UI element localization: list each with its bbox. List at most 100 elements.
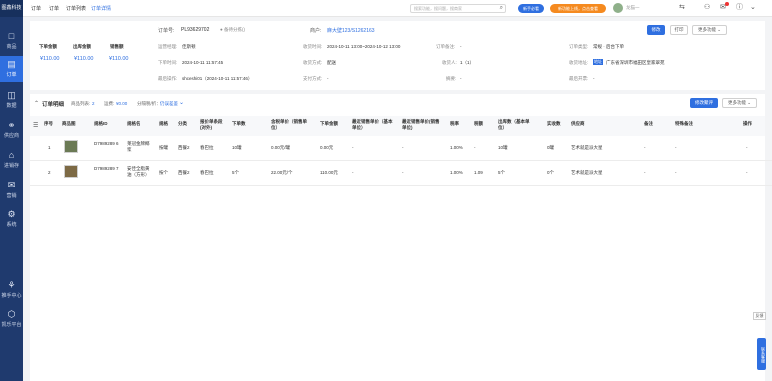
sidebar-item-label: 订单	[6, 72, 17, 78]
inventory-icon: ⌂	[8, 150, 15, 160]
product-image[interactable]	[64, 165, 78, 178]
split-link[interactable]: 仍误差鉴	[160, 101, 178, 107]
column-header: 操作	[743, 121, 752, 126]
link-icon[interactable]: ⇆	[679, 4, 685, 12]
tab-order-detail[interactable]: 订单详情	[91, 5, 111, 12]
row-amount: 0.00元	[320, 145, 334, 150]
row-quote: 春巴拉	[200, 170, 214, 175]
customer-service-button[interactable]: 联系客服	[757, 338, 766, 370]
table-header: ☰ 序号 商品图 规格ID 规格名 规格 分类 报价单条段(对外) 下单数 含税…	[30, 116, 765, 136]
sidebar-item-data[interactable]: ◫ 数据	[0, 87, 23, 113]
chevron-down-icon[interactable]: ⌄	[179, 99, 184, 106]
sidebar-item-order[interactable]: ▤ 订单	[0, 56, 23, 82]
supplier-icon: ⚭	[7, 120, 16, 130]
row-spec: 按个	[159, 170, 168, 175]
field-label: 收货地址:	[569, 60, 589, 65]
user-name[interactable]: 龙猫一	[626, 5, 640, 11]
sidebar-item-supplier[interactable]: ⚭ 供应商	[0, 117, 23, 143]
field-label: 运营经理:	[158, 44, 178, 49]
row-remark: -	[644, 145, 646, 150]
field-value: 1（1）	[460, 60, 475, 65]
row-remark: -	[644, 170, 646, 175]
column-header: 含税单价（销售单位）	[271, 119, 307, 130]
field-value: 佳斯顿	[182, 44, 196, 49]
column-header: 实收数	[547, 121, 561, 126]
order-no: PL93629702	[181, 27, 210, 33]
order-icon: ▤	[7, 59, 16, 69]
product-icon: □	[8, 31, 15, 41]
tab-order[interactable]: 订单	[49, 5, 59, 12]
search-icon[interactable]: ⌕	[500, 5, 503, 11]
field-label: 支付方式:	[303, 76, 323, 81]
field-value: -	[460, 44, 462, 49]
field-label: 订单类型:	[569, 44, 589, 49]
row-recent-base: -	[352, 145, 354, 150]
tab-order-list[interactable]: 订单列表	[66, 5, 86, 12]
row-tax-amount: 1.09	[474, 170, 483, 175]
tab-order-home[interactable]: 订单	[31, 5, 41, 12]
summary-label: 出库金额	[73, 44, 91, 49]
follow-status-link[interactable]: ● 备待分拣()	[220, 27, 245, 33]
field-value: 广东省深圳市福田区皇家翠苑	[606, 60, 665, 65]
avatar[interactable]	[613, 3, 623, 13]
summary-label: 销售额	[110, 44, 124, 49]
more-functions-button[interactable]: 更多功能 ⌄	[692, 25, 727, 35]
column-header: 商品图	[62, 121, 76, 126]
freight-value: ¥0.00	[116, 101, 128, 106]
row-special-remark: -	[675, 170, 677, 175]
sidebar-item-inventory[interactable]: ⌂ 进销存	[0, 147, 23, 173]
sidebar-item-product[interactable]: □ 商品	[0, 28, 23, 54]
sidebar-item-promoter[interactable]: ⚘ 推手中心	[0, 277, 23, 303]
row-name: 安佳全脂黄油（方形）	[127, 166, 150, 177]
column-header: 特殊备注	[675, 121, 693, 126]
field-label: 收货方式:	[303, 60, 323, 65]
field-label: 订单备注:	[436, 44, 456, 49]
field-label: 收货人:	[442, 60, 457, 65]
column-header: 税率	[450, 121, 459, 126]
collapse-icon[interactable]: ⌃	[34, 100, 39, 107]
row-tax-amount: -	[474, 145, 476, 150]
row-sku: D7989289 6	[94, 141, 119, 146]
column-header: 序号	[44, 121, 53, 126]
top-bar: 订单 订单 订单列表 订单详情 搜索功能，搜问题，搜商家 ⌕ 新手必看 新功能上…	[23, 0, 772, 17]
column-header: 规格ID	[94, 121, 108, 126]
help-icon[interactable]: ⓘ	[736, 4, 743, 12]
search-input[interactable]: 搜索功能，搜问题，搜商家 ⌕	[410, 4, 506, 13]
summary-value: ¥110.00	[40, 56, 60, 62]
field-value: shceshi01（2024-10-11 11:57:46）	[182, 76, 253, 81]
detail-more-button[interactable]: 更多功能 ⌄	[722, 98, 757, 108]
print-button[interactable]: 打印	[670, 25, 688, 35]
search-placeholder: 搜索功能，搜问题，搜商家	[414, 6, 462, 11]
new-feature-button[interactable]: 新功能上线，点击查看	[550, 4, 606, 13]
column-header: 最近销售单价（基本单位）	[352, 119, 393, 130]
table-row[interactable]: 2 D7989289 7 安佳全脂黄油（方形） 按个 西餐2 春巴拉 5个 22…	[30, 161, 765, 185]
user-icon[interactable]: ⚇	[704, 4, 710, 12]
new-user-guide-button[interactable]: 新手必看	[518, 4, 544, 13]
sidebar-item-marketing[interactable]: ✉ 营销	[0, 177, 23, 203]
sidebar-item-platform[interactable]: ⬡ 凯乐平台	[0, 306, 23, 332]
row-tax-rate: 1.00%	[450, 170, 463, 175]
edit-button[interactable]: 修改	[647, 25, 665, 35]
feedback-button[interactable]: 反馈	[753, 312, 766, 320]
row-spec: 按罐	[159, 145, 168, 150]
field-label: 最后操作:	[158, 76, 178, 81]
sidebar-item-system[interactable]: ⚙ 系统	[0, 206, 23, 232]
column-settings-icon[interactable]: ☰	[33, 122, 38, 129]
column-header: 供应商	[571, 121, 585, 126]
batch-modify-button[interactable]: 修改聚评	[690, 98, 718, 108]
product-image[interactable]	[64, 140, 78, 153]
sidebar: 图鑫科技 □ 商品 ▤ 订单 ◫ 数据 ⚭ 供应商 ⌂ 进销存 ✉ 营销 ⚙ 系…	[0, 0, 23, 381]
row-supplier: 艺术就是派大星	[571, 170, 603, 175]
merchant-link[interactable]: 麻大壁123/S1262163	[327, 27, 375, 34]
summary-value: ¥110.00	[109, 56, 129, 62]
order-detail-card: ⌃ 订单明细 商品列表: 2 运费: ¥0.00 分隔税/折： 仍误差鉴 ⌄ 修…	[30, 94, 772, 381]
field-value: 配送	[327, 60, 336, 65]
column-header: 出库数（基本单位）	[498, 119, 530, 130]
row-price: 22.00元/个	[271, 170, 293, 175]
row-price: 0.00元/罐	[271, 145, 291, 150]
field-label: 收货时间:	[303, 44, 323, 49]
detail-title: 订单明细	[42, 102, 65, 108]
column-header: 下单数	[232, 121, 246, 126]
table-row[interactable]: 1 D7989289 6 莱冠金牌椰浆 按罐 西餐2 春巴拉 10罐 0.00元…	[30, 136, 765, 160]
chevron-down-icon[interactable]: ⌄	[750, 4, 756, 12]
